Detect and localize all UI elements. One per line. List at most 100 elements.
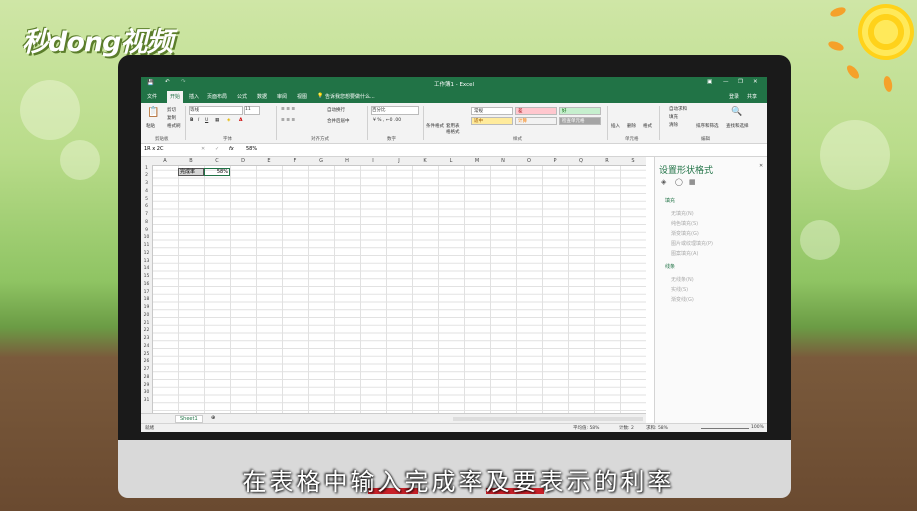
tab-data[interactable]: 数据 [257,93,267,100]
tab-view[interactable]: 视图 [297,93,307,100]
horizontal-scrollbar[interactable] [453,417,643,421]
cut-button[interactable]: 剪切 [167,107,176,113]
row-header-29[interactable]: 29 [141,383,152,388]
clear-button[interactable]: 清除 [669,122,678,128]
row-header-13[interactable]: 13 [141,259,152,264]
tab-home[interactable]: 开始 [167,91,184,103]
ribbon-display-icon[interactable]: ▣ [707,79,712,85]
paste-icon[interactable]: 📋 [147,107,159,118]
row-header-3[interactable]: 3 [141,181,152,186]
format-as-table-button[interactable]: 套用表格格式 [446,123,462,135]
style-calculation[interactable]: 计算 [515,117,557,125]
formula-input[interactable]: 58% [246,146,257,152]
row-header-14[interactable]: 14 [141,266,152,271]
pane-close-icon[interactable]: ✕ [759,163,763,169]
line-section-header[interactable]: 线条 [665,263,675,270]
column-header-c[interactable]: C [204,158,230,164]
autosum-button[interactable]: 自动求和 [669,106,687,112]
column-header-q[interactable]: Q [568,158,594,164]
tab-insert[interactable]: 插入 [189,93,199,100]
fill-section-header[interactable]: 填充 [665,197,675,204]
borders-icon[interactable]: ▦ [215,118,219,123]
style-normal[interactable]: 常规 [471,107,513,115]
zoom-slider[interactable] [701,428,749,429]
cell-b1[interactable]: 完成率 [178,168,204,176]
fill-button[interactable]: 填充 [669,114,678,120]
column-header-g[interactable]: G [308,158,334,164]
font-size-select[interactable]: 11 [244,106,260,115]
sign-in-link[interactable]: 登录 [729,93,739,100]
row-header-20[interactable]: 20 [141,313,152,318]
wrap-text-button[interactable]: 自动换行 [327,107,345,113]
format-cells-button[interactable]: 格式 [643,123,652,129]
style-bad[interactable]: 差 [515,107,557,115]
number-format-icons[interactable]: ¥ % , ←0 .00 [373,118,401,123]
worksheet-grid[interactable] [141,157,646,413]
row-header-10[interactable]: 10 [141,235,152,240]
close-icon[interactable]: ✕ [753,79,758,85]
maximize-icon[interactable]: ❐ [738,79,743,85]
paste-button[interactable]: 粘贴 [146,123,155,129]
row-header-16[interactable]: 16 [141,282,152,287]
row-header-19[interactable]: 19 [141,305,152,310]
fill-color-icon[interactable]: ◈ [227,118,230,123]
column-header-m[interactable]: M [464,158,490,164]
column-header-d[interactable]: D [230,158,256,164]
column-header-n[interactable]: N [490,158,516,164]
insert-cells-button[interactable]: 插入 [611,123,620,129]
style-neutral[interactable]: 适中 [471,117,513,125]
column-header-r[interactable]: R [594,158,620,164]
row-header-8[interactable]: 8 [141,220,152,225]
row-header-23[interactable]: 23 [141,336,152,341]
style-good[interactable]: 好 [559,107,601,115]
font-name-select[interactable]: 等线 [189,106,243,115]
tab-page-layout[interactable]: 页面布局 [207,93,227,100]
row-header-7[interactable]: 7 [141,212,152,217]
row-header-2[interactable]: 2 [141,173,152,178]
row-header-9[interactable]: 9 [141,228,152,233]
row-header-5[interactable]: 5 [141,197,152,202]
tab-formulas[interactable]: 公式 [237,93,247,100]
column-header-i[interactable]: I [360,158,386,164]
column-header-o[interactable]: O [516,158,542,164]
row-header-18[interactable]: 18 [141,297,152,302]
row-header-24[interactable]: 24 [141,344,152,349]
merge-center-button[interactable]: 合并后居中 [327,118,350,124]
number-format-select[interactable]: 百分比 [371,106,419,115]
sort-filter-button[interactable]: 排序和筛选 [696,123,719,129]
effects-icon[interactable]: ◯ [675,178,683,186]
fill-option[interactable]: 无填充(N) [671,209,713,219]
align-icons[interactable]: ≡ ≡ ≡ [281,107,295,112]
row-header-21[interactable]: 21 [141,321,152,326]
row-header-28[interactable]: 28 [141,375,152,380]
column-header-l[interactable]: L [438,158,464,164]
column-header-e[interactable]: E [256,158,282,164]
tab-review[interactable]: 审阅 [277,93,287,100]
name-box[interactable]: 1R x 2C [144,146,186,152]
row-header-4[interactable]: 4 [141,189,152,194]
row-header-31[interactable]: 31 [141,398,152,403]
row-header-26[interactable]: 26 [141,359,152,364]
font-color-icon[interactable]: A [239,118,242,123]
fill-option[interactable]: 图片或纹理填充(P) [671,239,713,249]
cell-c1[interactable]: 58% [204,168,230,176]
minimize-icon[interactable]: — [723,79,729,85]
conditional-format-button[interactable]: 条件格式 [426,123,444,129]
row-header-12[interactable]: 12 [141,251,152,256]
row-header-17[interactable]: 17 [141,290,152,295]
fx-icon[interactable]: fx [229,146,234,152]
row-header-27[interactable]: 27 [141,367,152,372]
enter-icon[interactable]: ✓ [215,146,219,152]
column-header-j[interactable]: J [386,158,412,164]
fill-line-icon[interactable]: ◈ [661,178,666,186]
column-header-a[interactable]: A [152,158,178,164]
column-header-f[interactable]: F [282,158,308,164]
copy-button[interactable]: 复制 [167,115,176,121]
fill-option[interactable]: 纯色填充(S) [671,219,713,229]
column-header-k[interactable]: K [412,158,438,164]
align-icons-bottom[interactable]: ≡ ≡ ≡ [281,118,295,123]
delete-cells-button[interactable]: 删除 [627,123,636,129]
column-header-h[interactable]: H [334,158,360,164]
sheet-tab-sheet1[interactable]: Sheet1 [175,415,203,423]
zoom-level[interactable]: 100% [751,425,764,430]
